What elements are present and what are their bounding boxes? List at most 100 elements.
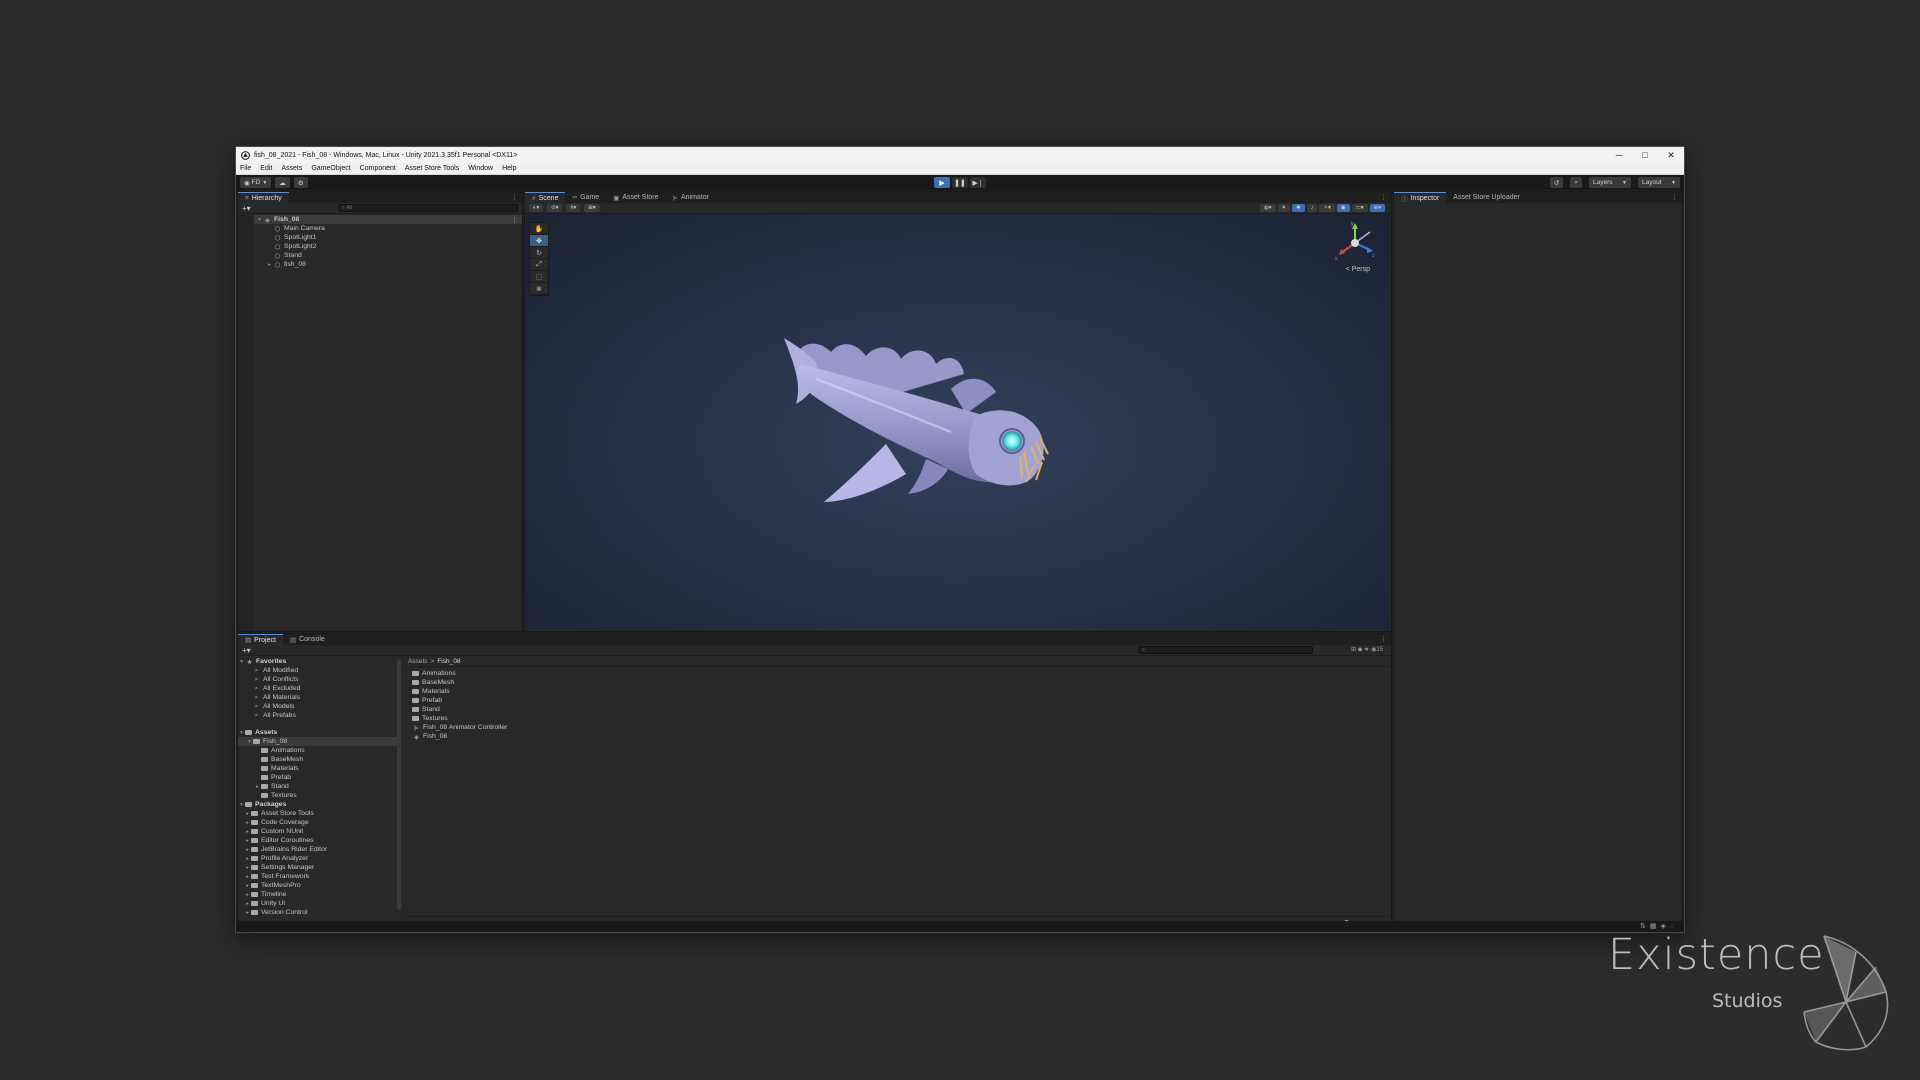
menu-assets[interactable]: Assets	[281, 165, 302, 172]
project-search-input[interactable]: ⌕	[1138, 646, 1313, 654]
expand-arrow-icon[interactable]: ▾	[246, 739, 253, 745]
breadcrumb-assets[interactable]: Assets	[408, 658, 428, 665]
layout-dropdown[interactable]: Layout ▼	[1638, 177, 1680, 188]
expand-arrow-icon[interactable]: ▸	[244, 910, 251, 916]
menu-edit[interactable]: Edit	[260, 165, 272, 172]
transform-tool[interactable]: ⊗	[530, 283, 548, 295]
lighting-toggle[interactable]: ✦	[1277, 204, 1291, 212]
package-item[interactable]: ▸ TextMeshPro	[238, 881, 398, 890]
step-button[interactable]: ▶❘	[970, 177, 986, 188]
asset-list-item[interactable]: ⊱ Fish_08 Animator Controller	[412, 723, 1391, 732]
search-button[interactable]: ⌕	[1570, 177, 1582, 188]
asset-folder-item[interactable]: ▾ Fish_08	[238, 737, 398, 746]
expand-arrow-icon[interactable]: ▸	[244, 847, 251, 853]
play-button[interactable]: ▶	[934, 177, 950, 188]
package-item[interactable]: ▸ JetBrains Rider Editor	[238, 845, 398, 854]
breadcrumb-fish08[interactable]: Fish_08	[437, 658, 460, 665]
hidden-objects-toggle[interactable]: ◉	[1336, 204, 1350, 212]
hierarchy-item[interactable]: ⬡ SpotLight2	[254, 242, 522, 251]
menu-file[interactable]: File	[240, 165, 251, 172]
asset-list-item[interactable]: ◈ Fish_08	[412, 732, 1391, 741]
history-button[interactable]: ↺	[1549, 177, 1564, 188]
layers-dropdown[interactable]: Layers ▼	[1589, 177, 1631, 188]
audio-toggle[interactable]: ♪	[1306, 204, 1318, 212]
close-button[interactable]: ✕	[1658, 147, 1684, 163]
asset-folder-item[interactable]: Materials	[238, 764, 398, 773]
package-item[interactable]: ▸ Unity UI	[238, 899, 398, 908]
asset-list-item[interactable]: Textures	[412, 714, 1391, 723]
effects-dropdown[interactable]: ✧▾	[1319, 204, 1335, 212]
package-item[interactable]: ▸ Code Coverage	[238, 818, 398, 827]
panel-menu-icon[interactable]: ⋮	[1380, 193, 1387, 201]
package-item[interactable]: ▸ Asset Store Tools	[238, 809, 398, 818]
expand-arrow-icon[interactable]: ▸	[244, 820, 251, 826]
package-item[interactable]: ▸ Editor Coroutines	[238, 836, 398, 845]
package-item[interactable]: ▸ Settings Manager	[238, 863, 398, 872]
expand-arrow-icon[interactable]: ▸	[244, 838, 251, 844]
package-item[interactable]: ▸ Timeline	[238, 890, 398, 899]
expand-arrow-icon[interactable]: ▸	[266, 262, 273, 268]
menu-gameobject[interactable]: GameObject	[311, 165, 350, 172]
hierarchy-item[interactable]: ▾ ◈ Fish_08 ⋮	[254, 215, 522, 224]
expand-arrow-icon[interactable]: ▸	[244, 892, 251, 898]
tree-scrollbar[interactable]	[397, 660, 401, 910]
hierarchy-search-input[interactable]: ⌕ All	[338, 204, 518, 212]
2d-toggle[interactable]: ◍▾	[1259, 204, 1276, 212]
expand-arrow-icon[interactable]: ▸	[254, 784, 261, 790]
gizmos-dropdown[interactable]: ⊕▾	[1369, 204, 1385, 212]
asset-list-item[interactable]: Prefab	[412, 696, 1391, 705]
tab-game[interactable]: ∞ Game	[565, 192, 606, 203]
menu-window[interactable]: Window	[468, 165, 493, 172]
snap-dropdown[interactable]: ⊞▾	[584, 204, 600, 212]
asset-list-item[interactable]: Materials	[412, 687, 1391, 696]
tab-inspector[interactable]: ⓘ Inspector	[1394, 192, 1447, 203]
add-object-button[interactable]: +▾	[242, 204, 251, 213]
asset-folder-item[interactable]: Animations	[238, 746, 398, 755]
expand-arrow-icon[interactable]: ▸	[244, 865, 251, 871]
collab-icon[interactable]: ⇅	[1640, 923, 1650, 930]
maximize-button[interactable]: □	[1632, 147, 1658, 163]
create-asset-button[interactable]: +▾	[242, 646, 251, 655]
tab-asset-store[interactable]: ▣ Asset Store	[606, 192, 665, 203]
hierarchy-item[interactable]: ▸ ⬡ fish_08	[254, 260, 522, 269]
light-toggle[interactable]: ✹	[1292, 204, 1305, 212]
draw-mode-dropdown[interactable]: ◐▾	[529, 204, 544, 212]
asset-folder-item[interactable]: Prefab	[238, 773, 398, 782]
debug-icon[interactable]: ◈	[1660, 923, 1669, 930]
hierarchy-item[interactable]: ⬡ Main Camera	[254, 224, 522, 233]
favorite-item[interactable]: ⌕ All Modified	[238, 666, 398, 675]
tab-scene[interactable]: # Scene	[525, 192, 566, 203]
package-item[interactable]: ▸ Profile Analyzer	[238, 854, 398, 863]
asset-list-item[interactable]: Stand	[412, 705, 1391, 714]
asset-list-item[interactable]: BaseMesh	[412, 678, 1391, 687]
rect-tool[interactable]: ⬚	[530, 271, 548, 283]
minimize-button[interactable]: ─	[1606, 147, 1632, 163]
cache-icon[interactable]: ▦	[1650, 923, 1661, 930]
asset-folder-item[interactable]: BaseMesh	[238, 755, 398, 764]
menu-component[interactable]: Component	[360, 165, 396, 172]
assets-header[interactable]: ▾ Assets	[238, 728, 398, 737]
scale-tool[interactable]: ⤢	[530, 259, 548, 271]
camera-dropdown[interactable]: ▭▾	[1351, 204, 1368, 212]
tab-project[interactable]: ▤ Project	[238, 634, 283, 645]
asset-folder-item[interactable]: Textures	[238, 791, 398, 800]
favorite-icon[interactable]: ★	[1364, 647, 1369, 653]
fish-model[interactable]	[776, 334, 1076, 514]
expand-arrow-icon[interactable]: ▸	[244, 829, 251, 835]
panel-menu-icon[interactable]: ⋮	[511, 193, 518, 201]
pause-button[interactable]: ❚❚	[952, 177, 968, 188]
tab-animator[interactable]: ⊱ Animator	[666, 192, 716, 203]
package-item[interactable]: ▸ Version Control	[238, 908, 398, 917]
scene-menu-icon[interactable]: ⋮	[511, 216, 518, 224]
hierarchy-item[interactable]: ⬡ Stand	[254, 251, 522, 260]
expand-arrow-icon[interactable]: ▾	[256, 217, 263, 223]
tab-console[interactable]: ▤ Console	[283, 634, 332, 645]
favorite-item[interactable]: ⌕ All Models	[238, 702, 398, 711]
favorites-header[interactable]: ▾ ★ Favorites	[238, 657, 398, 666]
panel-menu-icon[interactable]: ⋮	[1671, 193, 1678, 201]
package-item[interactable]: ▸ Custom NUnit	[238, 827, 398, 836]
pivot-dropdown[interactable]: ⊙▾	[547, 204, 563, 212]
scene-viewport[interactable]: ✋ ✥ ↻ ⤢ ⬚ ⊗ y z x < Persp	[526, 214, 1390, 630]
hand-tool[interactable]: ✋	[530, 223, 548, 235]
expand-arrow-icon[interactable]: ▸	[244, 901, 251, 907]
